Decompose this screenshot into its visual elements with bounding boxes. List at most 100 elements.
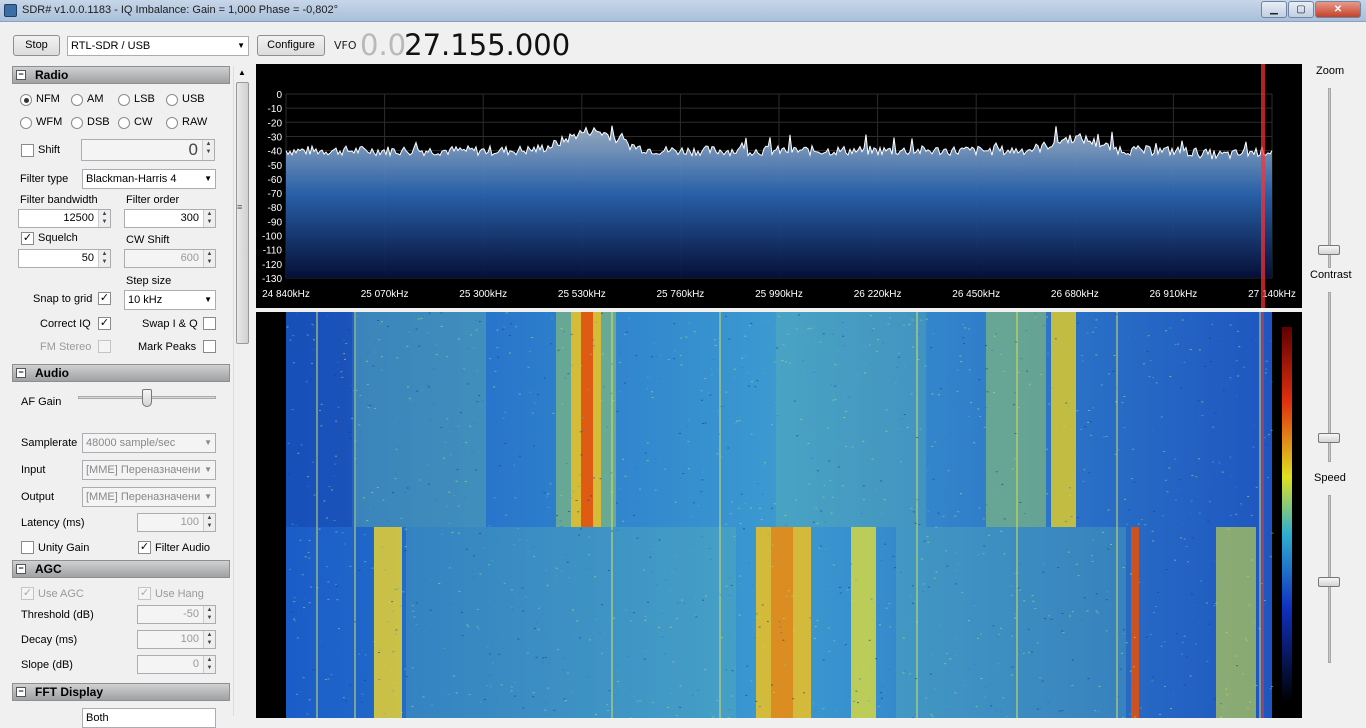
filter-type-select[interactable]: Blackman-Harris 4 ▼ <box>82 169 216 189</box>
cw-shift-input[interactable]: 600 ▲ ▼ <box>124 249 216 268</box>
spinner-icon[interactable]: ▲ ▼ <box>203 631 215 648</box>
noise-speck <box>1103 436 1105 438</box>
unity-gain-checkbox[interactable] <box>21 541 34 554</box>
noise-speck <box>910 393 913 395</box>
radio-section-header[interactable]: − Radio <box>12 66 230 84</box>
spinner-icon[interactable]: ▲ ▼ <box>203 514 215 531</box>
spinner-icon[interactable]: ▲ ▼ <box>202 140 214 160</box>
noise-speck <box>1151 676 1154 678</box>
spinner-icon[interactable]: ▲ ▼ <box>203 250 215 267</box>
noise-speck <box>536 398 539 400</box>
noise-speck <box>552 412 555 414</box>
spectrum-analyzer[interactable]: 0-10-20-30-40-50-60-70-80-90-100-110-120… <box>256 64 1302 308</box>
noise-speck <box>1072 659 1074 661</box>
noise-speck <box>440 427 443 429</box>
vfo-display[interactable]: VFO 0.027.155.000 <box>334 28 570 62</box>
use-agc-checkbox[interactable]: ✓ <box>21 587 34 600</box>
audio-section-header[interactable]: − Audio <box>12 364 230 382</box>
noise-speck <box>496 356 499 358</box>
fm-stereo-checkbox[interactable] <box>98 340 111 353</box>
af-gain-thumb[interactable] <box>142 389 152 407</box>
configure-button[interactable]: Configure <box>257 35 325 56</box>
maximize-button[interactable]: ▢ <box>1288 1 1314 18</box>
filter-bandwidth-input[interactable]: 12500 ▲ ▼ <box>18 209 111 228</box>
noise-speck <box>1076 322 1079 324</box>
noise-speck <box>659 354 661 356</box>
noise-speck <box>1214 412 1217 414</box>
noise-speck <box>902 637 905 639</box>
noise-speck <box>563 331 565 333</box>
noise-speck <box>857 702 859 704</box>
scrollbar-thumb[interactable] <box>236 82 249 344</box>
noise-speck <box>1067 507 1070 508</box>
filter-audio-checkbox[interactable]: ✓ <box>138 541 151 554</box>
use-hang-checkbox[interactable]: ✓ <box>138 587 151 600</box>
stop-button[interactable]: Stop <box>13 35 60 56</box>
mode-radio-am[interactable] <box>71 94 83 106</box>
output-device-select[interactable]: [MME] Переназначени ▼ <box>82 487 216 507</box>
step-size-select[interactable]: 10 kHz ▼ <box>124 290 216 310</box>
mark-peaks-checkbox[interactable] <box>203 340 216 353</box>
mode-radio-nfm[interactable] <box>20 94 32 106</box>
spinner-icon[interactable]: ▲ ▼ <box>203 606 215 623</box>
noise-speck <box>815 507 818 509</box>
noise-speck <box>984 696 987 698</box>
mode-radio-wfm[interactable] <box>20 117 32 129</box>
shift-checkbox[interactable] <box>21 144 34 157</box>
noise-speck <box>296 693 299 695</box>
input-device-select[interactable]: [MME] Переназначени ▼ <box>82 460 216 480</box>
scroll-up-icon[interactable]: ▲ <box>238 68 246 77</box>
fft-display-section-header[interactable]: − FFT Display <box>12 683 230 701</box>
close-button[interactable]: ✕ <box>1315 1 1361 18</box>
speed-slider-thumb[interactable] <box>1318 577 1340 587</box>
latency-input[interactable]: 100 ▲ ▼ <box>137 513 216 532</box>
squelch-input[interactable]: 50 ▲ ▼ <box>18 249 111 268</box>
correct-iq-checkbox[interactable]: ✓ <box>98 317 111 330</box>
noise-speck <box>636 537 639 539</box>
mode-radio-raw[interactable] <box>166 117 178 129</box>
mode-radio-dsb[interactable] <box>71 117 83 129</box>
slope-input[interactable]: 0 ▲ ▼ <box>137 655 216 674</box>
fft-view-select[interactable]: Both <box>82 708 216 728</box>
noise-speck <box>532 445 535 447</box>
noise-speck <box>1011 635 1014 637</box>
noise-speck <box>382 499 385 501</box>
minimize-button[interactable]: ▁ <box>1261 1 1287 18</box>
decay-input[interactable]: 100 ▲ ▼ <box>137 630 216 649</box>
noise-speck <box>690 551 693 553</box>
noise-speck <box>1270 429 1273 431</box>
noise-speck <box>395 629 398 631</box>
spinner-icon[interactable]: ▲ ▼ <box>203 656 215 673</box>
spinner-icon[interactable]: ▲ ▼ <box>98 250 110 267</box>
squelch-checkbox[interactable]: ✓ <box>21 232 34 245</box>
noise-speck <box>750 433 753 435</box>
zoom-slider[interactable] <box>1328 88 1331 268</box>
snap-to-grid-checkbox[interactable]: ✓ <box>98 292 111 305</box>
spinner-icon[interactable]: ▲ ▼ <box>98 210 110 227</box>
mode-radio-lsb[interactable] <box>118 94 130 106</box>
noise-speck <box>295 313 298 315</box>
decay-label: Decay (ms) <box>21 634 78 646</box>
noise-speck <box>1107 548 1110 550</box>
noise-speck <box>927 586 930 588</box>
waterfall-display[interactable] <box>256 312 1302 718</box>
noise-speck <box>629 620 632 622</box>
swap-iq-checkbox[interactable] <box>203 317 216 330</box>
shift-value-input[interactable]: 0 ▲ ▼ <box>81 139 215 161</box>
noise-speck <box>1160 645 1163 647</box>
zoom-slider-thumb[interactable] <box>1318 245 1340 255</box>
y-tick-label: -30 <box>268 132 283 143</box>
device-select[interactable]: RTL-SDR / USB ▼ <box>67 36 249 56</box>
agc-section-header[interactable]: − AGC <box>12 560 230 578</box>
threshold-input[interactable]: -50 ▲ ▼ <box>137 605 216 624</box>
noise-speck <box>1080 429 1083 430</box>
carrier-line <box>354 312 356 718</box>
left-panel-scrollbar[interactable]: ▲ ≡ <box>233 66 250 716</box>
contrast-slider-thumb[interactable] <box>1318 433 1340 443</box>
filter-order-input[interactable]: 300 ▲ ▼ <box>124 209 216 228</box>
spinner-icon[interactable]: ▲ ▼ <box>203 210 215 227</box>
mode-radio-cw[interactable] <box>118 117 130 129</box>
mode-radio-usb[interactable] <box>166 94 178 106</box>
noise-speck <box>1140 707 1142 709</box>
samplerate-select[interactable]: 48000 sample/sec ▼ <box>82 433 216 453</box>
